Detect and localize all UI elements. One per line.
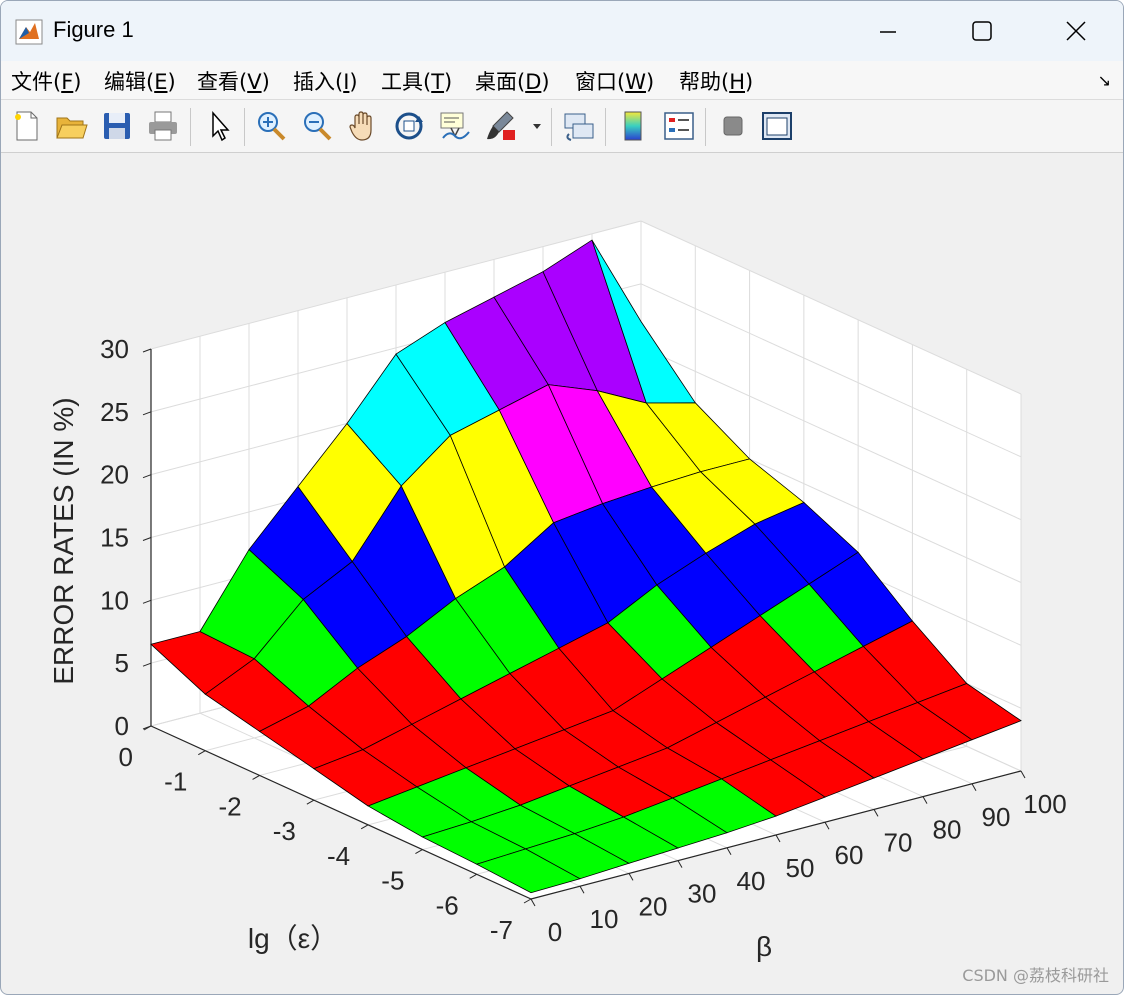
x-tick: [415, 849, 423, 855]
surface-plot[interactable]: 0 5 10 15 20 25 30 0 -1 -2 -3 -4 -5 -6 -7 0 10 20 30 40 50 60…: [1, 153, 1123, 994]
y-tick-label: 10: [590, 904, 619, 934]
x-tick-label: -4: [327, 841, 350, 871]
minimize-button[interactable]: [843, 1, 933, 61]
y-tick-label: 0: [548, 917, 562, 947]
link-plot-icon[interactable]: [561, 108, 597, 144]
toolbar-separator: [190, 108, 191, 146]
y-tick-label: 60: [835, 840, 864, 870]
menu-help[interactable]: 帮助(H): [679, 66, 753, 96]
menu-bar: 文件(F) 编辑(E) 查看(V) 插入(I) 工具(T) 桌面(D) 窗口(W…: [1, 61, 1123, 100]
y-tick-label: 90: [982, 802, 1011, 832]
menu-edit[interactable]: 编辑(E): [104, 66, 176, 96]
y-tick: [824, 821, 830, 830]
watermark: CSDN @荔枝科研社: [962, 966, 1109, 985]
x-axis-label: lg（ε）: [248, 923, 338, 954]
y-tick: [579, 885, 585, 894]
menu-view[interactable]: 查看(V): [197, 66, 270, 96]
legend-icon[interactable]: [661, 108, 697, 144]
y-tick: [873, 809, 879, 817]
brush-dropdown-icon[interactable]: [527, 108, 547, 144]
matlab-icon: [15, 19, 43, 45]
zoom-out-icon[interactable]: [299, 108, 335, 144]
brush-icon[interactable]: [483, 108, 519, 144]
x-tick-label: -6: [436, 890, 459, 920]
close-icon: [1066, 21, 1086, 41]
window-title: Figure 1: [53, 17, 134, 42]
x-tick: [360, 824, 369, 830]
x-tick-label: -5: [381, 866, 404, 896]
print-icon[interactable]: [145, 108, 181, 144]
x-tick: [252, 774, 260, 780]
x-tick: [306, 799, 315, 805]
menu-desktop[interactable]: 桌面(D): [475, 66, 550, 96]
z-tick: [142, 348, 152, 353]
maximize-icon: [972, 21, 992, 41]
z-tick-label: 0: [115, 711, 129, 741]
show-plot-tools-icon[interactable]: [759, 108, 795, 144]
toolbar-separator: [551, 108, 552, 146]
data-cursor-icon[interactable]: [437, 108, 473, 144]
title-bar[interactable]: Figure 1: [1, 1, 1123, 61]
y-tick: [628, 873, 634, 881]
save-icon[interactable]: [99, 108, 135, 144]
y-tick: [726, 847, 732, 856]
toolbar: [1, 100, 1123, 153]
y-tick-label: 80: [933, 815, 962, 845]
menu-tools[interactable]: 工具(T): [381, 66, 452, 96]
hide-plot-tools-icon[interactable]: [715, 108, 751, 144]
y-tick-label: 30: [688, 879, 717, 909]
colorbar-icon[interactable]: [615, 108, 651, 144]
x-tick-label: -3: [273, 816, 296, 846]
z-tick-label: 20: [100, 460, 129, 490]
y-tick-label: 50: [786, 853, 815, 883]
pan-hand-icon[interactable]: [345, 108, 381, 144]
y-tick-label: 70: [884, 827, 913, 857]
x-tick: [469, 873, 477, 879]
z-tick-label: 25: [100, 397, 129, 427]
x-tick-label: -1: [164, 767, 187, 797]
y-axis-label: β: [756, 931, 772, 962]
z-tick: [142, 599, 152, 604]
toolbar-separator: [705, 108, 706, 146]
x-tick: [523, 898, 532, 904]
z-tick-label: 10: [100, 585, 129, 615]
z-tick-label: 5: [115, 648, 129, 678]
menu-insert[interactable]: 插入(I): [293, 66, 358, 96]
z-tick-label: 15: [100, 523, 129, 553]
open-file-icon[interactable]: [53, 108, 89, 144]
dock-arrow-icon[interactable]: ↘: [1098, 71, 1111, 90]
close-button[interactable]: [1031, 1, 1121, 61]
z-axis-label: ERROR RATES (IN %): [48, 397, 79, 684]
x-tick-label: 0: [119, 742, 133, 772]
toolbar-separator: [244, 108, 245, 146]
y-tick: [677, 860, 683, 868]
y-tick: [922, 796, 928, 804]
y-tick: [775, 834, 781, 843]
toolbar-separator: [605, 108, 606, 146]
z-tick-label: 30: [100, 334, 129, 364]
z-tick: [142, 662, 152, 667]
minimize-icon: [880, 31, 896, 33]
y-tick: [971, 783, 977, 792]
y-tick: [1020, 770, 1026, 779]
z-tick: [142, 411, 152, 416]
y-tick: [530, 898, 536, 907]
y-tick-label: 20: [639, 891, 668, 921]
zoom-in-icon[interactable]: [253, 108, 289, 144]
pointer-icon[interactable]: [201, 108, 237, 144]
z-tick: [142, 537, 152, 541]
x-tick-label: -2: [218, 791, 241, 821]
menu-file[interactable]: 文件(F): [11, 66, 82, 96]
z-tick: [142, 474, 152, 479]
x-tick-label: -7: [490, 915, 513, 945]
y-tick-label: 100: [1023, 789, 1066, 819]
y-tick-label: 40: [737, 866, 766, 896]
maximize-button[interactable]: [937, 1, 1027, 61]
figure-window: Figure 1 文件(F) 编辑(E) 查看(V) 插入(I) 工具(T) 桌…: [0, 0, 1124, 995]
new-figure-icon[interactable]: [9, 108, 45, 144]
rotate-3d-icon[interactable]: [391, 108, 427, 144]
menu-window[interactable]: 窗口(W): [575, 66, 654, 96]
x-tick: [198, 750, 206, 756]
